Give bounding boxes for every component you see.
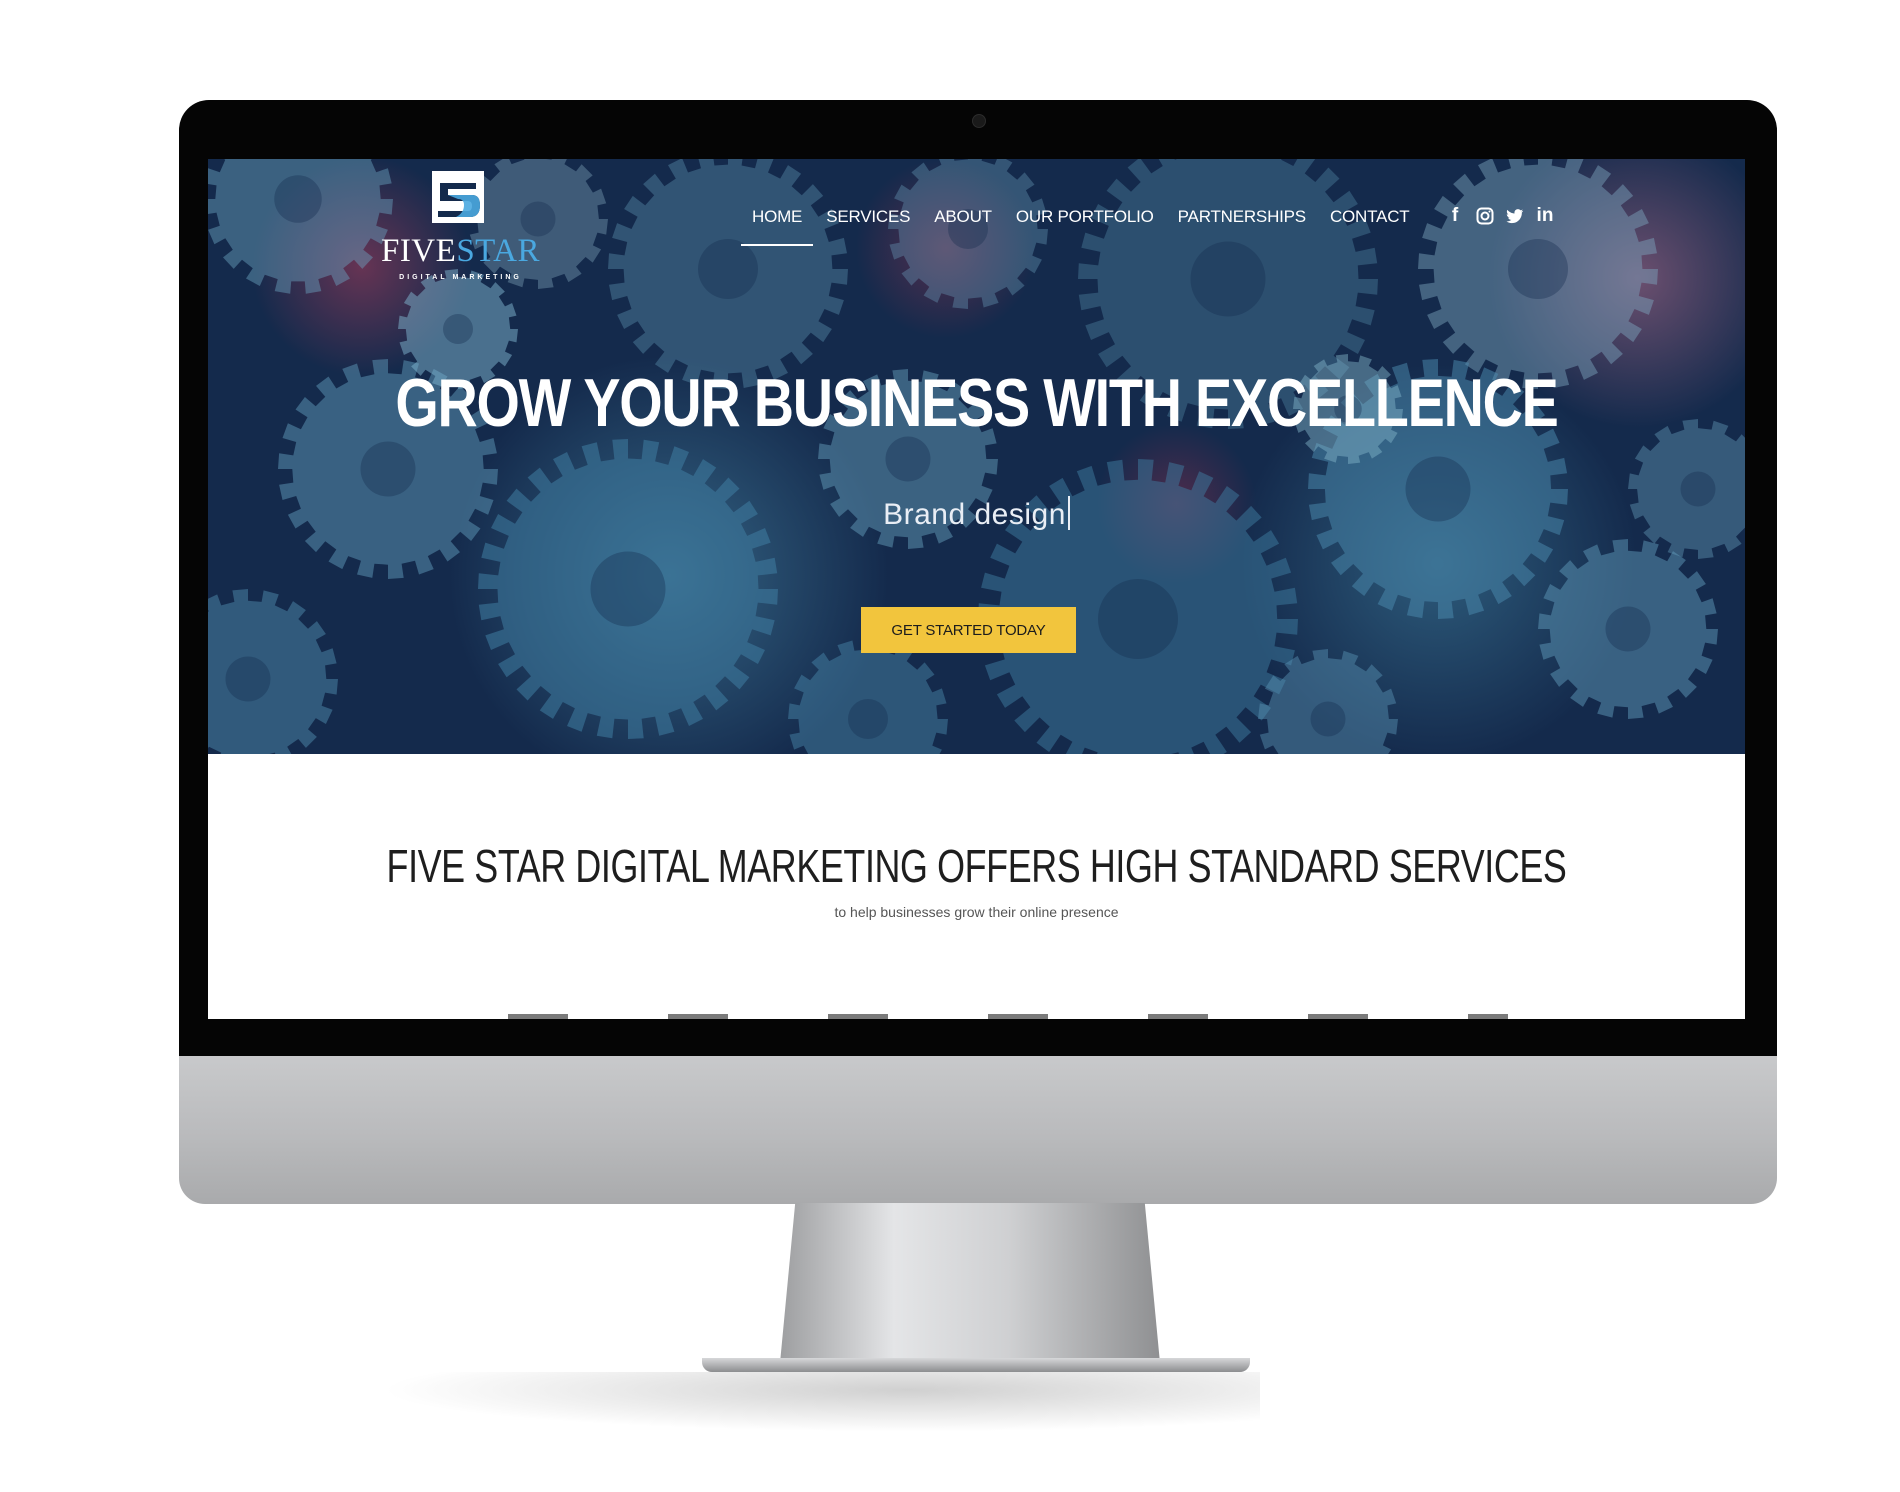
stand-shadow [380,1372,1260,1432]
gear-hub [1508,239,1568,299]
gear-hub [274,175,322,223]
social-links: f in [1446,205,1554,227]
gear-hub [590,551,666,627]
facebook-icon[interactable]: f [1446,205,1464,227]
gear-hub [848,699,888,739]
hero-title: GROW YOUR BUSINESS WITH EXCELLENCE [395,365,1559,441]
nav-partnerships[interactable]: PARTNERSHIPS [1166,207,1318,227]
linkedin-icon[interactable]: in [1536,205,1554,227]
get-started-button[interactable]: GET STARTED TODAY [861,607,1076,653]
monitor-chin [179,1056,1777,1204]
brand-tagline: DIGITAL MARKETING [399,274,522,281]
nav-home[interactable]: HOME [740,207,814,246]
nav-our-portfolio[interactable]: OUR PORTFOLIO [1004,207,1166,227]
gear-hub [885,436,931,482]
screen: FIVESTAR DIGITAL MARKETING HOME SERVICES… [208,159,1745,1019]
gear-hub [1190,241,1266,317]
hero-typed-value: Brand design [883,498,1066,531]
logo-mark-icon [432,171,484,223]
text-cursor [1067,496,1070,530]
monitor-stand [780,1203,1160,1363]
instagram-icon[interactable] [1476,205,1494,227]
brand-name: FIVESTAR [373,235,548,268]
monitor-stand-base [702,1358,1250,1372]
brand-logo[interactable]: FIVESTAR DIGITAL MARKETING [373,169,548,281]
gear-hub [1605,606,1651,652]
nav-about[interactable]: ABOUT [922,207,1004,227]
twitter-icon[interactable] [1506,205,1524,227]
gear-hub [1098,579,1178,659]
gear-hub [225,656,271,702]
intro-subtitle: to help businesses grow their online pre… [834,904,1119,920]
nav-contact[interactable]: CONTACT [1318,207,1422,227]
gear-hub [698,239,758,299]
webcam-icon [972,114,986,128]
gear-hub [1310,701,1346,737]
next-section-peek [508,1014,1508,1019]
gear-hub [360,441,416,497]
main-nav: HOME SERVICES ABOUT OUR PORTFOLIO PARTNE… [740,207,1422,246]
hero-section: FIVESTAR DIGITAL MARKETING HOME SERVICES… [208,159,1745,754]
hero-typed-text: Brand design [208,496,1745,532]
brand-name-part1: FIVE [380,233,457,269]
gear-hub [443,314,473,344]
intro-title: FIVE STAR DIGITAL MARKETING OFFERS HIGH … [386,840,1567,892]
brand-name-part2: STAR [456,233,541,269]
nav-services[interactable]: SERVICES [814,207,922,227]
